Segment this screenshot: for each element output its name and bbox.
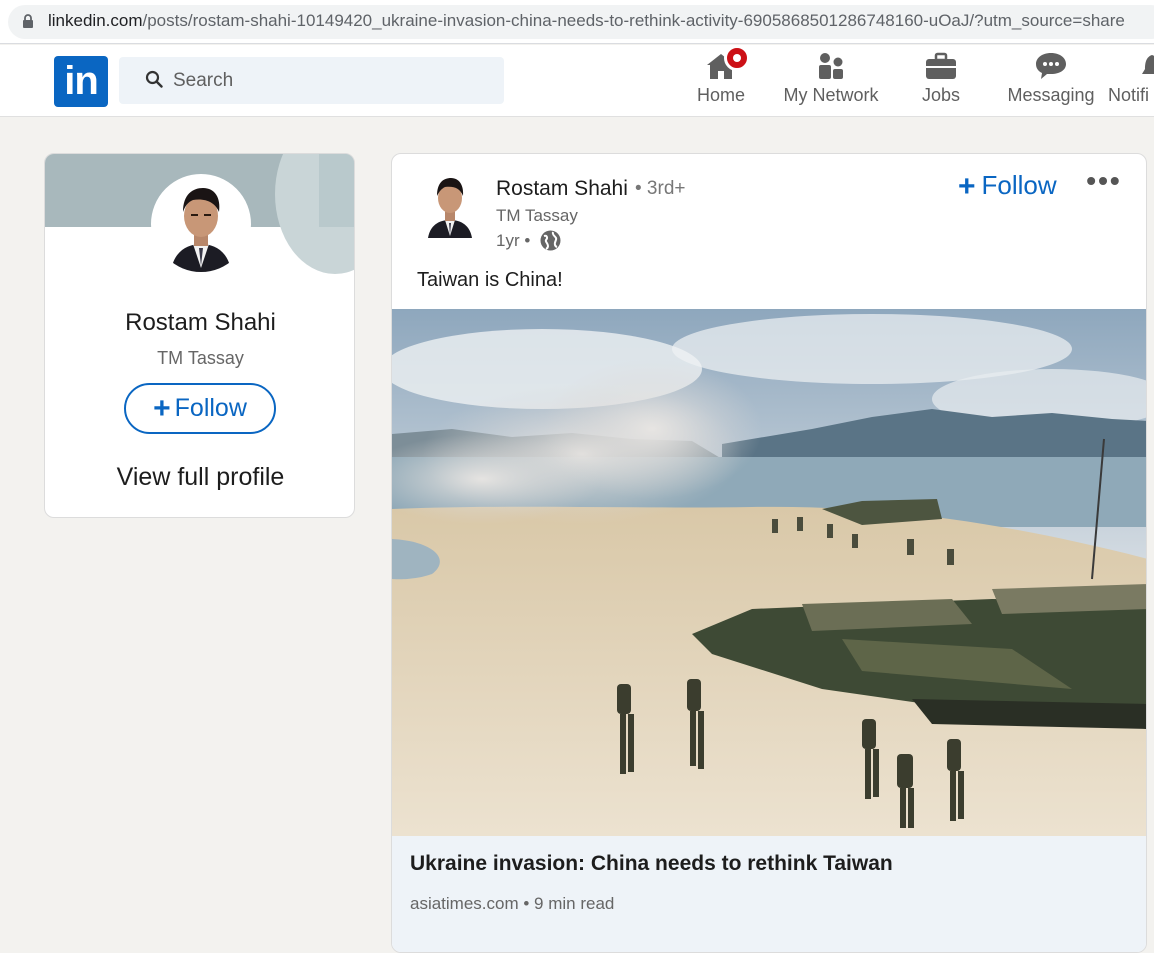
nav-my-network[interactable]: My Network (778, 51, 884, 113)
briefcase-icon (926, 52, 956, 79)
nav-messaging[interactable]: Messaging (1004, 51, 1098, 113)
lock-icon (23, 14, 33, 28)
post-follow-label: Follow (981, 170, 1057, 200)
nav-notifications-label: Notifi (1108, 85, 1150, 105)
more-options-icon[interactable]: ••• (1086, 167, 1122, 198)
message-icon (1036, 53, 1066, 79)
post-timestamp: 1yr • (496, 231, 531, 250)
plus-icon: + (958, 170, 976, 203)
profile-photo (153, 176, 249, 272)
post-text: Taiwan is China! (417, 269, 563, 291)
article-image[interactable] (392, 309, 1146, 836)
post-card: Rostam Shahi • 3rd+ TM Tassay 1yr • + Fol… (391, 153, 1147, 953)
top-nav: in Home My Network (0, 45, 1154, 117)
connection-degree: • 3rd+ (635, 178, 686, 199)
browser-address-bar: linkedin.com/posts/rostam-shahi-10149420… (0, 0, 1154, 44)
author-photo (426, 174, 474, 238)
nav-messaging-label: Messaging (1007, 85, 1095, 105)
plus-icon: + (153, 392, 171, 425)
url-domain: linkedin.com (48, 11, 143, 30)
profile-follow-button[interactable]: + Follow (124, 383, 276, 434)
nav-jobs[interactable]: Jobs (915, 51, 967, 113)
nav-home[interactable]: Home (692, 45, 750, 113)
nav-notifications[interactable]: Notifi (1108, 51, 1154, 113)
profile-follow-label: Follow (174, 394, 247, 422)
nav-home-label: Home (696, 85, 745, 105)
post-author-name[interactable]: Rostam Shahi (496, 177, 628, 201)
search-box[interactable] (119, 57, 504, 104)
post-author-headline: TM Tassay (496, 206, 578, 225)
article-source: asiatimes.com • 9 min read (410, 894, 615, 913)
url-text[interactable]: linkedin.com/posts/rostam-shahi-10149420… (48, 11, 1125, 31)
linkedin-logo[interactable]: in (54, 56, 108, 107)
notification-badge (724, 45, 750, 71)
profile-company: TM Tassay (157, 348, 244, 368)
nav-jobs-label: Jobs (921, 85, 961, 105)
globe-icon (540, 230, 561, 251)
article-title[interactable]: Ukraine invasion: China needs to rethink… (410, 852, 893, 876)
beach-landing-photo (392, 309, 1146, 836)
view-full-profile-link[interactable]: View full profile (45, 463, 354, 492)
bell-icon (1142, 55, 1154, 74)
profile-name[interactable]: Rostam Shahi (45, 309, 354, 337)
url-path: /posts/rostam-shahi-10149420_ukraine-inv… (142, 11, 1125, 30)
article-link-preview[interactable]: Ukraine invasion: China needs to rethink… (392, 836, 1146, 952)
post-author-avatar[interactable] (426, 174, 474, 238)
avatar[interactable] (151, 174, 251, 274)
network-icon (819, 53, 843, 79)
search-icon (145, 70, 163, 88)
nav-my-network-label: My Network (783, 85, 879, 105)
profile-card: Rostam Shahi TM Tassay + Follow View full… (44, 153, 355, 518)
post-follow-button[interactable]: + Follow (958, 170, 1057, 204)
search-input[interactable] (173, 67, 473, 95)
